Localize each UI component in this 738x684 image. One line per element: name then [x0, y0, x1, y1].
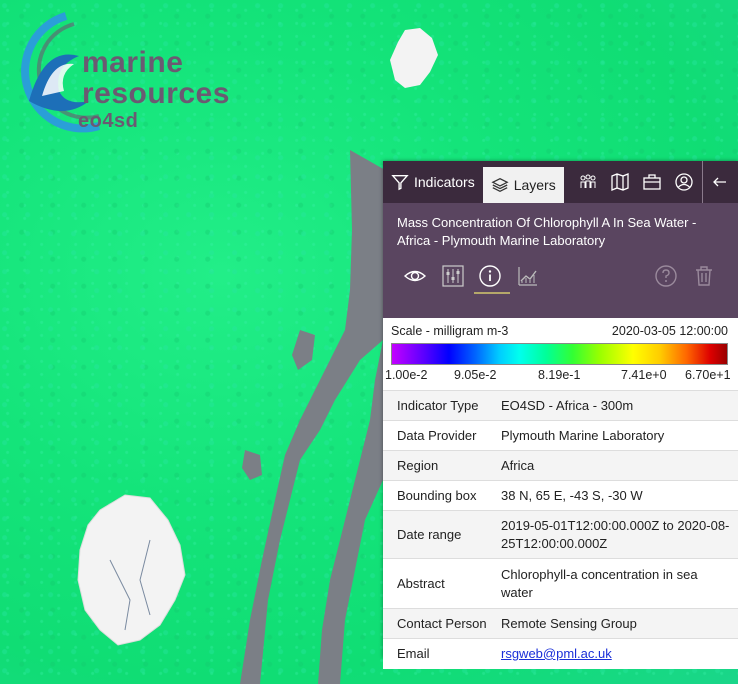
scale-timestamp: 2020-03-05 12:00:00 — [611, 324, 728, 338]
active-tab-indicator — [474, 292, 510, 294]
tab-layers-label: Layers — [513, 177, 556, 193]
meta-value: Remote Sensing Group — [501, 608, 738, 639]
help-icon[interactable] — [653, 263, 679, 289]
meta-key: Indicator Type — [383, 390, 501, 421]
logo-line2: resources — [82, 77, 230, 110]
meta-value: Chlorophyll-a concentration in sea water — [501, 558, 738, 609]
metadata-table: Indicator Type EO4SD - Africa - 300m Data… — [383, 390, 738, 669]
table-row: Bounding box 38 N, 65 E, -43 S, -30 W — [383, 480, 738, 511]
meta-value: 2019-05-01T12:00:00.000Z to 2020-08-25T1… — [501, 510, 738, 559]
meta-key: Date range — [383, 510, 501, 559]
scale-tick-1: 9.05e-2 — [454, 368, 497, 382]
user-account-icon[interactable] — [668, 161, 700, 203]
table-row: Abstract Chlorophyll-a concentration in s… — [383, 558, 738, 609]
scale-tick-0: 1.00e-2 — [385, 368, 428, 382]
meta-value: Plymouth Marine Laboratory — [501, 420, 738, 451]
meta-value: 38 N, 65 E, -43 S, -30 W — [501, 480, 738, 511]
coastline-land — [240, 150, 385, 684]
info-icon[interactable] — [477, 263, 503, 289]
tab-layers[interactable]: Layers — [482, 167, 564, 203]
filter-icon — [391, 175, 409, 191]
trash-icon[interactable] — [691, 263, 717, 289]
sliders-icon[interactable] — [440, 263, 466, 289]
meta-value: Africa — [501, 450, 738, 481]
island-south — [77, 494, 186, 646]
meta-key: Email — [383, 638, 501, 669]
table-row: Indicator Type EO4SD - Africa - 300m — [383, 390, 738, 421]
logo-line3: eo4sd — [78, 110, 139, 132]
meta-key: Contact Person — [383, 608, 501, 639]
meta-key: Data Provider — [383, 420, 501, 451]
meta-value: EO4SD - Africa - 300m — [501, 390, 738, 421]
meta-key: Region — [383, 450, 501, 481]
tab-indicators[interactable]: Indicators — [383, 161, 483, 203]
eye-icon[interactable] — [402, 263, 428, 289]
logo-line1: marine — [82, 46, 184, 79]
collapse-panel-icon[interactable] — [701, 161, 735, 203]
chart-icon[interactable] — [515, 263, 541, 289]
users-icon[interactable] — [572, 161, 604, 203]
table-row: Date range 2019-05-01T12:00:00.000Z to 20… — [383, 510, 738, 559]
table-row: Contact Person Remote Sensing Group — [383, 608, 738, 639]
email-link[interactable]: rsgweb@pml.ac.uk — [501, 646, 612, 661]
coastline-land-3 — [292, 330, 315, 370]
layer-info-panel: Indicators Layers Mass Concentration Of … — [383, 161, 738, 669]
layer-header: Mass Concentration Of Chlorophyll A In S… — [383, 203, 738, 318]
island-north — [390, 28, 438, 88]
table-row: Data Provider Plymouth Marine Laboratory — [383, 420, 738, 451]
table-row: Region Africa — [383, 450, 738, 481]
panel-toolbar: Indicators Layers — [383, 161, 738, 203]
scale-tick-4: 6.70e+1 — [685, 368, 731, 382]
scale-label: Scale - milligram m-3 — [391, 324, 509, 338]
briefcase-icon[interactable] — [636, 161, 668, 203]
scale-tick-2: 8.19e-1 — [538, 368, 581, 382]
scale-gradient-bar — [391, 343, 728, 365]
layers-icon — [491, 177, 509, 193]
scale-tick-3: 7.41e+0 — [621, 368, 667, 382]
layer-title: Mass Concentration Of Chlorophyll A In S… — [397, 215, 697, 248]
map-icon[interactable] — [604, 161, 636, 203]
coastline-land-4 — [242, 450, 262, 480]
meta-key: Bounding box — [383, 480, 501, 511]
tab-indicators-label: Indicators — [414, 174, 475, 190]
meta-key: Abstract — [383, 558, 501, 609]
table-row: Email rsgweb@pml.ac.uk — [383, 638, 738, 669]
color-scale: Scale - milligram m-3 2020-03-05 12:00:0… — [383, 318, 738, 390]
marine-resources-logo: marine resources eo4sd — [4, 6, 229, 136]
